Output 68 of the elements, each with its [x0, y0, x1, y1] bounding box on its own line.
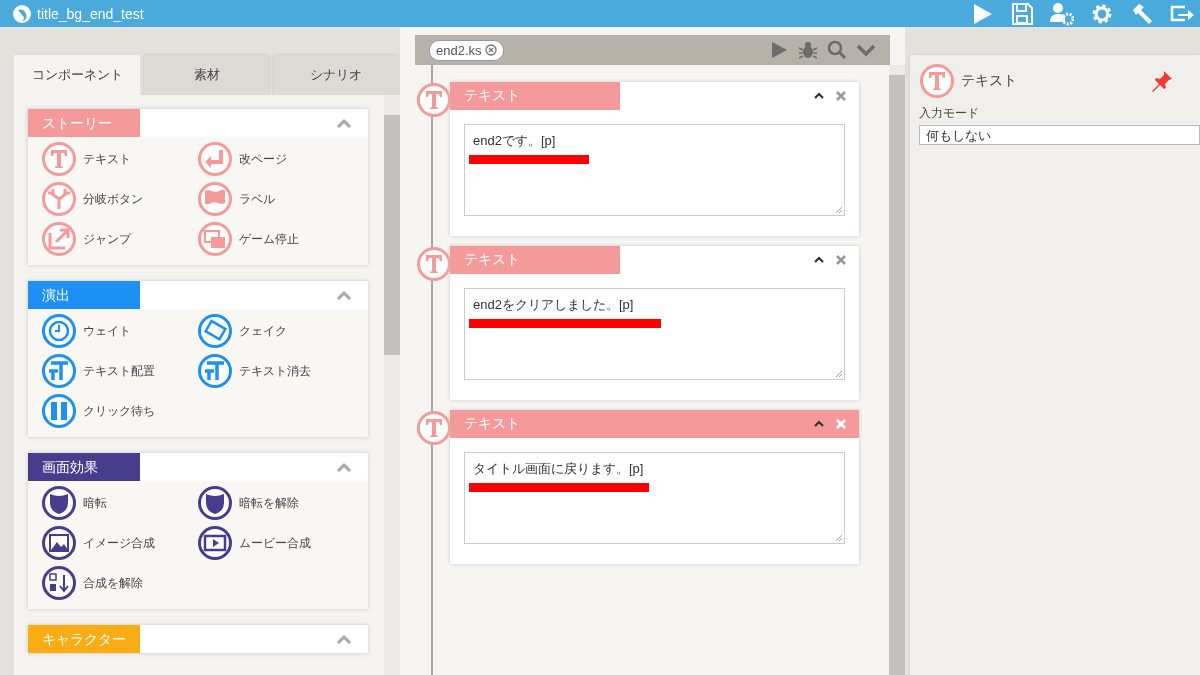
shield-icon — [197, 485, 233, 521]
component-item[interactable]: クリック待ち — [41, 393, 197, 429]
text-area[interactable]: タイトル画面に戻ります。[p] — [464, 452, 845, 544]
resize-grip-icon[interactable] — [835, 206, 843, 214]
field-label: 入力モード — [919, 105, 980, 122]
double-t-icon — [197, 353, 233, 389]
text-area[interactable]: end2をクリアしました。[p] — [464, 288, 845, 380]
component-item[interactable]: テキスト配置 — [41, 353, 197, 389]
play-icon[interactable] — [769, 40, 789, 60]
close-icon[interactable] — [835, 254, 847, 266]
clock-icon — [41, 313, 77, 349]
search-icon[interactable] — [827, 40, 847, 60]
hammer-icon[interactable] — [1130, 1, 1154, 26]
letter-t-icon — [416, 82, 452, 118]
panel-tab[interactable]: シナリオ — [273, 55, 398, 95]
resize-grip-icon[interactable] — [835, 370, 843, 378]
category-title: 演出 — [28, 281, 140, 309]
shield-icon — [41, 485, 77, 521]
windows-icon — [197, 221, 233, 257]
component-item[interactable]: ゲーム停止 — [197, 221, 353, 257]
film-icon — [197, 525, 233, 561]
component-item[interactable]: ウェイト — [41, 313, 197, 349]
component-item[interactable]: ムービー合成 — [197, 525, 353, 561]
flag-icon — [197, 181, 233, 217]
inspector-title: テキスト — [961, 72, 1017, 90]
pause-icon — [41, 393, 77, 429]
close-icon[interactable] — [484, 44, 497, 56]
block-title: テキスト — [463, 87, 521, 105]
text-block-card[interactable]: テキスト end2です。[p] — [450, 82, 859, 236]
text-block-card[interactable]: テキスト タイトル画面に戻ります。[p] — [450, 410, 859, 564]
logo-icon — [12, 3, 32, 24]
file-tab[interactable]: end2.ks — [429, 39, 504, 61]
component-item[interactable]: 分岐ボタン — [41, 181, 197, 217]
panel-tab[interactable]: 素材 — [144, 55, 269, 95]
category-title: ストーリー — [28, 109, 140, 137]
component-item[interactable]: イメージ合成 — [41, 525, 197, 561]
input-mode-field[interactable]: 何もしない — [919, 125, 1200, 145]
close-icon[interactable] — [835, 90, 847, 102]
panel-tab[interactable]: コンポーネント — [14, 55, 140, 95]
scrollbar[interactable] — [384, 95, 400, 675]
component-item[interactable]: クェイク — [197, 313, 353, 349]
window-title: title_bg_end_test — [37, 5, 144, 22]
save-icon[interactable] — [1010, 1, 1034, 26]
component-item[interactable]: テキスト — [41, 141, 197, 177]
double-t-icon — [41, 353, 77, 389]
letter-t-icon — [416, 410, 452, 446]
user-gear-icon[interactable] — [1050, 1, 1074, 26]
resize-grip-icon[interactable] — [835, 534, 843, 542]
component-item[interactable]: テキスト消去 — [197, 353, 353, 389]
image-icon — [41, 525, 77, 561]
category-title: キャラクター — [28, 625, 140, 653]
component-item[interactable]: ラベル — [197, 181, 353, 217]
block-title: テキスト — [463, 251, 521, 269]
text-block-card[interactable]: テキスト end2をクリアしました。[p] — [450, 246, 859, 400]
letter-t-icon — [416, 246, 452, 282]
letter-t-icon — [41, 141, 77, 177]
component-item[interactable]: 暗転を解除 — [197, 485, 353, 521]
category-title: 画面効果 — [28, 453, 140, 481]
component-item[interactable]: ジャンプ — [41, 221, 197, 257]
component-item[interactable]: 改ページ — [197, 141, 353, 177]
block-title: テキスト — [463, 415, 521, 433]
component-item[interactable]: 合成を解除 — [41, 565, 197, 601]
scrollbar[interactable] — [889, 65, 905, 675]
component-item[interactable]: 暗転 — [41, 485, 197, 521]
text-area[interactable]: end2です。[p] — [464, 124, 845, 216]
letter-t-icon — [919, 63, 955, 99]
bug-icon[interactable] — [798, 40, 818, 60]
pushpin-icon[interactable] — [1150, 69, 1174, 93]
